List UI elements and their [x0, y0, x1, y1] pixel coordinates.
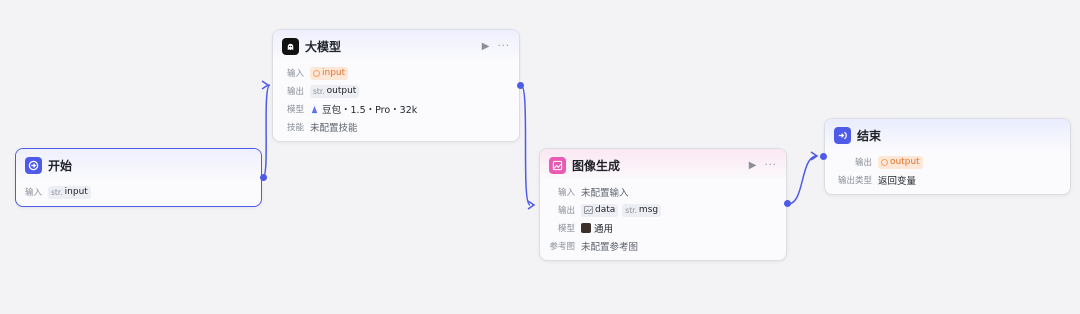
skills-value: 未配置技能 [310, 123, 358, 134]
end-output-type-row: 输出类型 返回变量 [834, 171, 1061, 189]
llm-model-row: 模型 豆包・1.5・Pro・32k [282, 100, 510, 118]
start-node-title: 开始 [48, 158, 73, 173]
image-generation-node[interactable]: 图像生成 ▶ ··· 输入 未配置输入 输出 data str. msg 模型 通… [539, 148, 787, 261]
llm-skills-row: 技能 未配置技能 [282, 118, 510, 136]
skills-label: 技能 [286, 123, 304, 133]
reference-value: 未配置参考图 [581, 242, 639, 253]
image-type-icon [584, 206, 593, 214]
more-options-icon[interactable]: ··· [764, 160, 777, 171]
end-input-port[interactable] [820, 153, 827, 160]
output-label: 输出 [854, 158, 872, 168]
input-label: 输入 [286, 69, 304, 79]
variable-circle-icon [313, 69, 320, 77]
model-label: 模型 [557, 224, 575, 234]
image-output-port[interactable] [784, 200, 791, 207]
output-type-label: 输出类型 [837, 176, 872, 186]
output-variable-tag: str. output [310, 84, 360, 98]
end-node[interactable]: 结束 输出 output 输出类型 返回变量 [824, 118, 1071, 195]
input-variable-tag: str. input [48, 185, 91, 199]
llm-output-row: 输出 str. output [282, 82, 510, 100]
model-value: 豆包・1.5・Pro・32k [322, 105, 418, 116]
output-label: 输出 [286, 87, 304, 97]
llm-input-row: 输入 input [282, 64, 510, 82]
model-label: 模型 [286, 105, 304, 115]
input-value: 未配置输入 [581, 188, 629, 199]
edge-image-to-end [787, 155, 818, 205]
llm-ghost-icon [282, 37, 299, 55]
run-icon[interactable]: ▶ [482, 41, 490, 52]
output-data-tag: data [581, 203, 619, 217]
image-output-row: 输出 data str. msg [549, 201, 777, 219]
reference-label: 参考图 [549, 242, 575, 252]
image-node-title: 图像生成 [572, 158, 621, 173]
start-output-port[interactable] [260, 174, 267, 181]
image-reference-row: 参考图 未配置参考图 [549, 237, 777, 255]
more-options-icon[interactable]: ··· [497, 41, 510, 52]
llm-node-title: 大模型 [305, 39, 342, 54]
output-label: 输出 [557, 206, 575, 216]
end-output-row: 输出 output [834, 153, 1061, 171]
llm-node[interactable]: 大模型 ▶ ··· 输入 input 输出 str. output 模型 豆包・1… [272, 29, 520, 142]
image-generation-icon [549, 156, 566, 174]
image-node-header: 图像生成 ▶ ··· [540, 149, 786, 181]
end-icon [834, 126, 851, 144]
input-label: 输入 [557, 188, 575, 198]
output-variable-tag: output [878, 155, 923, 169]
variable-circle-icon [881, 158, 888, 166]
start-node[interactable]: 开始 输入 str. input [15, 148, 262, 207]
input-variable-tag: input [310, 66, 349, 80]
model-value: 通用 [594, 224, 614, 235]
llm-node-header: 大模型 ▶ ··· [273, 30, 519, 62]
arrow-into-llm [261, 80, 270, 90]
start-input-row: 输入 str. input [25, 183, 252, 201]
model-avatar-icon [581, 223, 591, 233]
doubao-logo-icon [310, 105, 319, 114]
input-label: 输入 [25, 188, 43, 198]
start-node-header: 开始 [16, 149, 261, 181]
image-model-row: 模型 通用 [549, 219, 777, 237]
llm-output-port[interactable] [517, 82, 524, 89]
run-icon[interactable]: ▶ [749, 160, 757, 171]
edge-start-to-llm [262, 84, 271, 178]
output-type-value: 返回变量 [878, 176, 917, 187]
end-node-header: 结束 [825, 119, 1070, 151]
end-node-title: 结束 [857, 128, 882, 143]
image-input-row: 输入 未配置输入 [549, 183, 777, 201]
start-icon [25, 156, 42, 174]
edge-llm-to-image [520, 84, 531, 206]
output-msg-tag: str. msg [622, 203, 662, 217]
